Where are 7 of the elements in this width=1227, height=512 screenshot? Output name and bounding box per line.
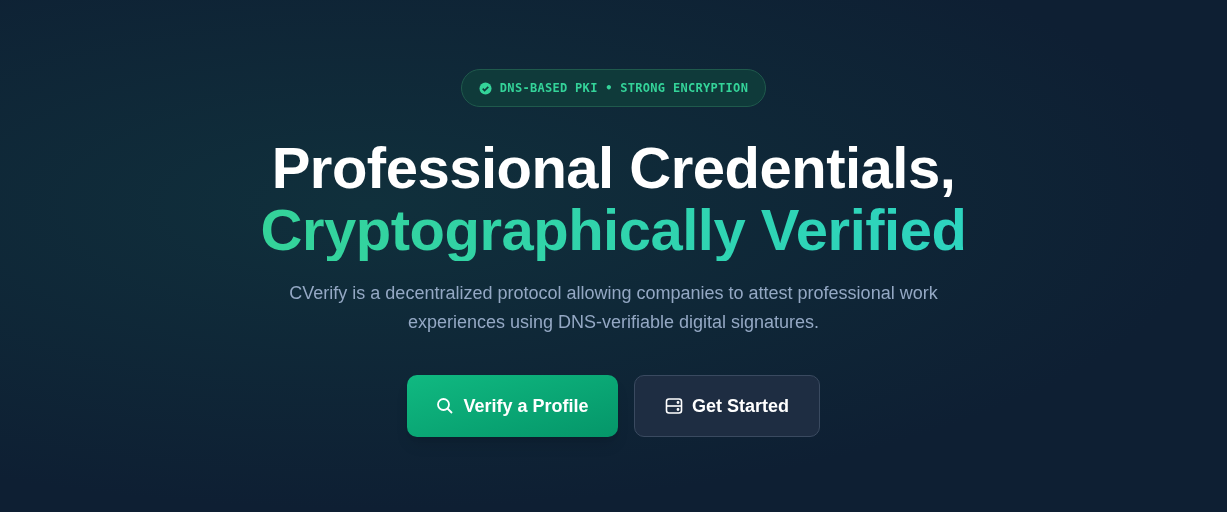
server-icon [665,397,683,415]
headline: Professional Credentials, [271,137,956,199]
get-started-button[interactable]: Get Started [634,375,820,437]
badge-text: DNS-BASED PKI • STRONG ENCRYPTION [499,80,749,97]
check-badge-icon [478,81,492,95]
search-icon [436,397,455,415]
description: CVerify is a decentralized protocol allowing companies to attest professional work experiences using DNS-verifiable digital signatures. [288,282,939,334]
